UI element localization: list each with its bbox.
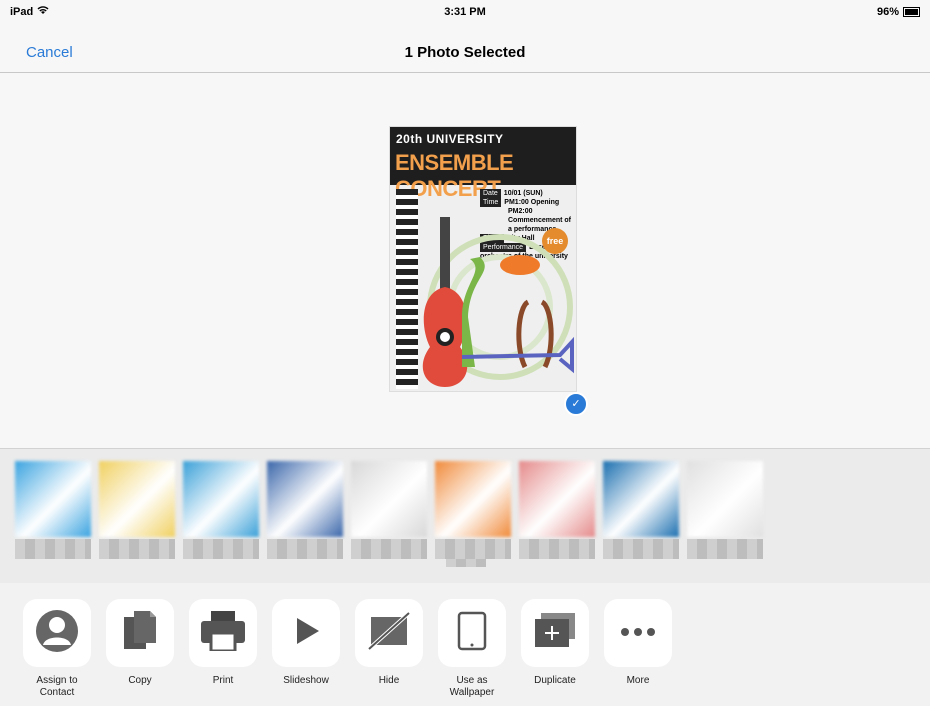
share-app-label bbox=[267, 539, 343, 559]
share-app-tile[interactable] bbox=[435, 461, 511, 537]
share-app-label bbox=[603, 539, 679, 559]
slideshow-tile bbox=[272, 599, 340, 667]
copy-icon bbox=[122, 610, 158, 656]
share-app-label bbox=[15, 539, 91, 559]
assign-to-contact-button[interactable]: Assign to Contact bbox=[20, 599, 94, 709]
share-app-tile[interactable] bbox=[183, 461, 259, 537]
share-app-label bbox=[99, 539, 175, 559]
share-app-tile[interactable] bbox=[99, 461, 175, 537]
hide-button[interactable]: Hide bbox=[352, 599, 426, 709]
ipad-icon bbox=[457, 611, 487, 656]
duplicate-icon bbox=[533, 612, 577, 654]
selected-checkmark-icon: ✓ bbox=[564, 392, 588, 416]
app-label-placeholder bbox=[446, 559, 486, 567]
share-app-tile[interactable] bbox=[15, 461, 91, 537]
hide-icon bbox=[367, 611, 411, 656]
action-label: Assign to Contact bbox=[36, 675, 78, 698]
selected-photo-thumbnail[interactable]: 20th UNIVERSITY ENSEMBLE CONCERT Date 10/… bbox=[389, 126, 577, 392]
play-icon bbox=[291, 616, 321, 651]
poster-header: 20th UNIVERSITY ENSEMBLE CONCERT bbox=[390, 127, 576, 201]
share-app-tile[interactable] bbox=[351, 461, 427, 537]
use-as-wallpaper-button[interactable]: Use as Wallpaper bbox=[435, 599, 509, 709]
hide-tile bbox=[355, 599, 423, 667]
share-app-label bbox=[435, 539, 511, 559]
navigation-bar: Cancel 1 Photo Selected bbox=[0, 24, 930, 73]
action-label: Print bbox=[212, 675, 234, 686]
actions-row: Assign to Contact Copy Print Slideshow H… bbox=[0, 583, 930, 706]
more-icon bbox=[620, 624, 656, 642]
status-bar: iPad 3:31 PM 96% bbox=[0, 0, 930, 24]
print-button[interactable]: Print bbox=[186, 599, 260, 709]
print-tile bbox=[189, 599, 257, 667]
copy-button[interactable]: Copy bbox=[103, 599, 177, 709]
use-as-wallpaper-tile bbox=[438, 599, 506, 667]
duplicate-tile bbox=[521, 599, 589, 667]
duplicate-button[interactable]: Duplicate bbox=[518, 599, 592, 709]
share-app-tile[interactable] bbox=[687, 461, 763, 537]
action-label: Slideshow bbox=[283, 675, 329, 686]
action-label: Use as Wallpaper bbox=[449, 675, 495, 698]
action-label: Copy bbox=[128, 675, 152, 686]
share-app-tile[interactable] bbox=[603, 461, 679, 537]
poster-line1: 20th UNIVERSITY bbox=[396, 132, 504, 146]
contact-icon bbox=[35, 609, 79, 658]
print-icon bbox=[201, 610, 245, 656]
action-label: More bbox=[626, 675, 650, 686]
page-title: 1 Photo Selected bbox=[404, 44, 526, 61]
battery-percentage: 96% bbox=[876, 6, 899, 18]
share-app-tile[interactable] bbox=[519, 461, 595, 537]
share-apps-row[interactable] bbox=[0, 448, 930, 584]
more-button[interactable]: More bbox=[601, 599, 675, 709]
share-app-label bbox=[687, 539, 763, 559]
more-tile bbox=[604, 599, 672, 667]
instruments-illustration bbox=[422, 217, 574, 387]
share-app-label bbox=[519, 539, 595, 559]
share-app-tile[interactable] bbox=[267, 461, 343, 537]
share-app-label bbox=[183, 539, 259, 559]
action-label: Duplicate bbox=[534, 675, 576, 686]
status-right: 96% bbox=[877, 6, 920, 18]
battery-icon bbox=[903, 7, 920, 17]
copy-tile bbox=[106, 599, 174, 667]
poster-text: 10/01 (SUN) bbox=[503, 190, 543, 197]
action-label: Hide bbox=[378, 675, 400, 686]
status-time: 3:31 PM bbox=[444, 6, 486, 18]
slideshow-button[interactable]: Slideshow bbox=[269, 599, 343, 709]
assign-to-contact-tile bbox=[23, 599, 91, 667]
share-app-label bbox=[351, 539, 427, 559]
